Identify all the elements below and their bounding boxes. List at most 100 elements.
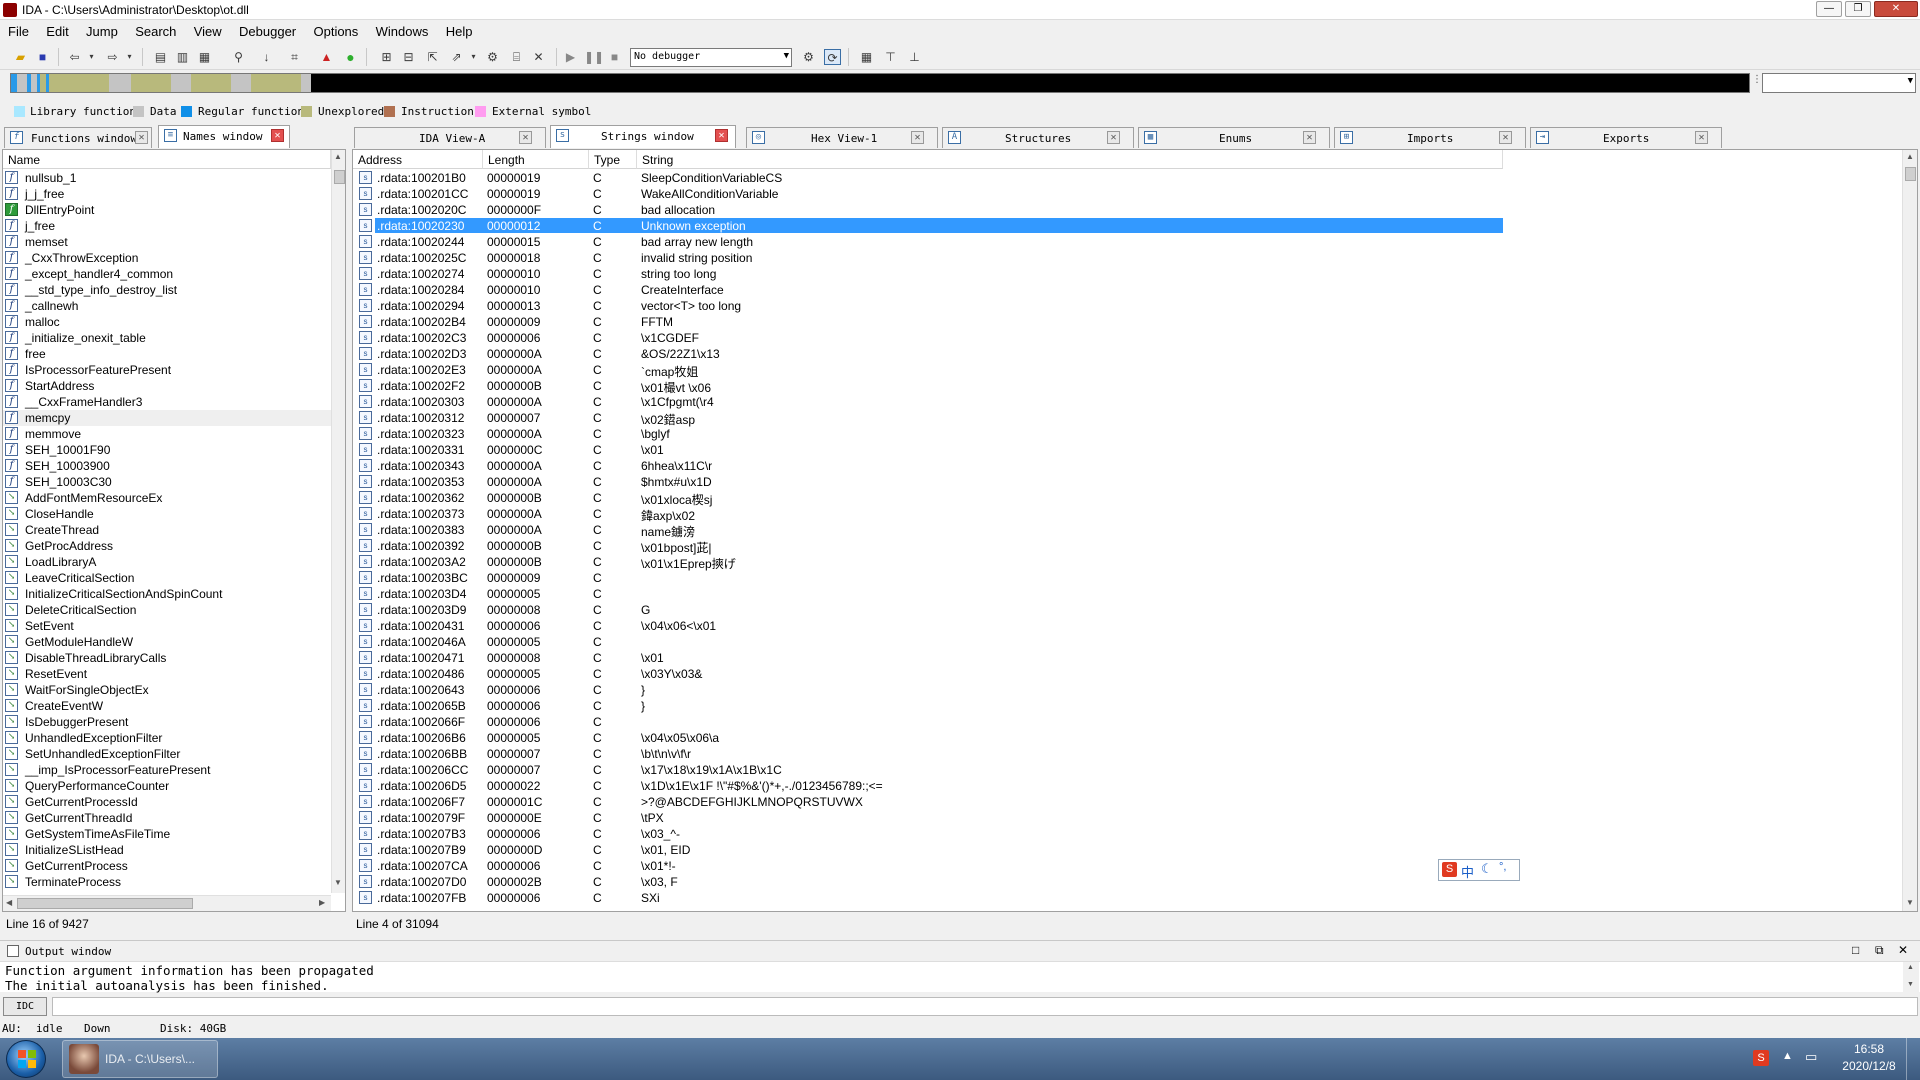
- graph-icon[interactable]: ⌗: [286, 49, 303, 65]
- names-row[interactable]: ↘ UnhandledExceptionFilter: [3, 730, 331, 746]
- names-row[interactable]: f _CxxThrowException: [3, 250, 331, 266]
- close-icon[interactable]: ✕: [911, 131, 924, 144]
- moon-icon[interactable]: ☾: [1481, 861, 1493, 877]
- tab-hex-view-1[interactable]: ◎ Hex View-1 ✕: [746, 127, 938, 148]
- names-row[interactable]: f SEH_10003C30: [3, 474, 331, 490]
- names-row[interactable]: f j_j_free: [3, 186, 331, 202]
- names-hscrollbar[interactable]: ◀ ▶: [3, 895, 331, 911]
- menu-options[interactable]: Options: [305, 21, 364, 39]
- names-row[interactable]: ↘ IsDebuggerPresent: [3, 714, 331, 730]
- names-row[interactable]: ↘ SetUnhandledExceptionFilter: [3, 746, 331, 762]
- green-circle-icon[interactable]: ●: [342, 49, 359, 65]
- punctuation-icon[interactable]: °,: [1499, 861, 1506, 873]
- stop-icon[interactable]: ■: [606, 49, 623, 65]
- scroll-down-icon[interactable]: ▼: [334, 878, 342, 887]
- names-vscrollbar[interactable]: ▲ ▼: [331, 150, 345, 893]
- strings-header-length[interactable]: Length: [483, 150, 589, 169]
- output-float-icon[interactable]: ⧉: [1875, 943, 1884, 958]
- names-row[interactable]: f malloc: [3, 314, 331, 330]
- tab-exports[interactable]: ⇥ Exports ✕: [1530, 127, 1722, 148]
- menu-jump[interactable]: Jump: [78, 21, 124, 39]
- add-function-icon[interactable]: ⊞: [378, 49, 395, 65]
- strings-row[interactable]: s .rdata:10020486 00000005 C \x03Y\x03&: [353, 666, 1503, 682]
- strings-row[interactable]: s .rdata:100203BC 00000009 C: [353, 570, 1503, 586]
- names-row[interactable]: f SEH_10001F90: [3, 442, 331, 458]
- ime-toolbar[interactable]: S 中 ☾ °,: [1438, 859, 1520, 881]
- names-row[interactable]: ↘ LoadLibraryA: [3, 554, 331, 570]
- strings-row[interactable]: s .rdata:10020353 0000000A C $hmtx#u\x1D: [353, 474, 1503, 490]
- forward-icon[interactable]: ⇨: [104, 49, 121, 65]
- names-row[interactable]: ↘ GetModuleHandleW: [3, 634, 331, 650]
- close-icon[interactable]: ✕: [1303, 131, 1316, 144]
- strings-row[interactable]: s .rdata:10020343 0000000A C 6hhea\x11C\r: [353, 458, 1503, 474]
- names-row[interactable]: ↘ LeaveCriticalSection: [3, 570, 331, 586]
- names-row[interactable]: ↘ AddFontMemResourceEx: [3, 490, 331, 506]
- text-search-icon[interactable]: ▥: [174, 49, 191, 65]
- show-desktop-button[interactable]: [1906, 1038, 1920, 1080]
- strings-row[interactable]: s .rdata:10020362 0000000B C \x01xloca楔sj: [353, 490, 1503, 507]
- names-row[interactable]: f _initialize_onexit_table: [3, 330, 331, 346]
- strings-row[interactable]: s .rdata:100202F2 0000000B C \x01樶vt \x06: [353, 378, 1503, 395]
- command-input[interactable]: [52, 997, 1918, 1016]
- scroll-right-icon[interactable]: ▶: [319, 898, 325, 907]
- strings-row[interactable]: s .rdata:1002079F 0000000E C \tPX: [353, 810, 1503, 826]
- tab-names-window[interactable]: ≡ Names window ✕: [158, 125, 290, 148]
- menu-file[interactable]: File: [0, 21, 35, 39]
- find-icon[interactable]: ⚲: [230, 49, 247, 65]
- strings-row[interactable]: s .rdata:100206CC 00000007 C \x17\x18\x19\x1…: [353, 762, 1503, 778]
- strings-header-string[interactable]: String: [637, 150, 1503, 169]
- names-row[interactable]: ↘ DisableThreadLibraryCalls: [3, 650, 331, 666]
- clock-date[interactable]: 2020/12/8: [1835, 1059, 1903, 1073]
- strings-row[interactable]: s .rdata:100207FB 00000006 C SXi: [353, 890, 1503, 906]
- names-row[interactable]: ↘ WaitForSingleObjectEx: [3, 682, 331, 698]
- warning-icon[interactable]: ▲: [318, 49, 335, 65]
- sogou-tray-icon[interactable]: S: [1753, 1050, 1769, 1066]
- menu-view[interactable]: View: [186, 21, 228, 39]
- tab-functions-window[interactable]: f Functions window ✕: [4, 127, 152, 148]
- names-row[interactable]: f memcpy: [3, 410, 331, 426]
- strings-row[interactable]: s .rdata:10020294 00000013 Cvector<T> too l…: [353, 298, 1503, 314]
- strings-row[interactable]: s .rdata:10020230 00000012 C Unknown excepti…: [353, 218, 1503, 234]
- names-hscroll-thumb[interactable]: [17, 898, 193, 909]
- tab-strings-window[interactable]: s Strings window ✕: [550, 125, 736, 148]
- close-icon[interactable]: ✕: [1695, 131, 1708, 144]
- tab-imports[interactable]: ⊞ Imports ✕: [1334, 127, 1526, 148]
- strings-row[interactable]: s .rdata:100202E3 0000000A C `cmap牧姐: [353, 362, 1503, 379]
- clock-time[interactable]: 16:58: [1843, 1042, 1895, 1056]
- names-row[interactable]: f DllEntryPoint: [3, 202, 331, 218]
- names-row[interactable]: f nullsub_1: [3, 170, 331, 186]
- strings-row[interactable]: s .rdata:100206D5 00000022 C \x1D\x1E\x1F !\…: [353, 778, 1503, 794]
- names-row[interactable]: f IsProcessorFeaturePresent: [3, 362, 331, 378]
- play-icon[interactable]: ▶: [562, 49, 579, 65]
- output-vscrollbar[interactable]: ▲ ▼: [1903, 962, 1919, 993]
- strings-row[interactable]: s .rdata:10020392 0000000B C \x01bpost]茈|: [353, 538, 1503, 555]
- start-button[interactable]: [6, 1040, 46, 1078]
- menu-windows[interactable]: Windows: [368, 21, 435, 39]
- patch-icon[interactable]: ⌸: [508, 49, 525, 65]
- strings-row[interactable]: s .rdata:100206B6 00000005 C \x04\x05\x06\a: [353, 730, 1503, 746]
- strings-row[interactable]: s .rdata:10020323 0000000A C \bglyf: [353, 426, 1503, 442]
- strings-row[interactable]: s .rdata:100201B0 00000019 C SleepConditionV…: [353, 170, 1503, 186]
- delete-icon[interactable]: ✕: [530, 49, 547, 65]
- jump-dropdown-icon[interactable]: ▾: [465, 49, 482, 65]
- hierarchy-icon[interactable]: ⊥: [906, 49, 923, 65]
- tree-icon[interactable]: ⊤: [882, 49, 899, 65]
- names-row[interactable]: ↘ ResetEvent: [3, 666, 331, 682]
- strings-row[interactable]: s .rdata:100206BB 00000007 C \b\t\n\v\f\r: [353, 746, 1503, 762]
- strings-row[interactable]: s .rdata:100202D3 0000000A C &OS/22Z1\x13: [353, 346, 1503, 362]
- search-next-icon[interactable]: ▦: [196, 49, 213, 65]
- close-icon[interactable]: ✕: [715, 129, 728, 142]
- names-row[interactable]: f free: [3, 346, 331, 362]
- network-icon[interactable]: ▭: [1805, 1049, 1817, 1065]
- strings-row[interactable]: s .rdata:10020274 00000010 Cstring too long: [353, 266, 1503, 282]
- taskbar-item-ida[interactable]: IDA - C:\Users\...: [62, 1040, 218, 1078]
- strings-row[interactable]: s .rdata:100202C3 00000006 C \x1CGDEF: [353, 330, 1503, 346]
- names-row[interactable]: f memset: [3, 234, 331, 250]
- strings-row[interactable]: s .rdata:1002025C 00000018 Cinvalid string …: [353, 250, 1503, 266]
- forward-dropdown-icon[interactable]: ▾: [121, 49, 138, 65]
- strings-row[interactable]: s .rdata:10020373 0000000A C 鍏axp\x02: [353, 506, 1503, 523]
- table-icon[interactable]: ▦: [858, 49, 875, 65]
- strings-row[interactable]: s .rdata:100203D4 00000005 C: [353, 586, 1503, 602]
- names-row[interactable]: ↘ TerminateProcess: [3, 874, 331, 890]
- strings-row[interactable]: s .rdata:100202B4 00000009 C FFTM: [353, 314, 1503, 330]
